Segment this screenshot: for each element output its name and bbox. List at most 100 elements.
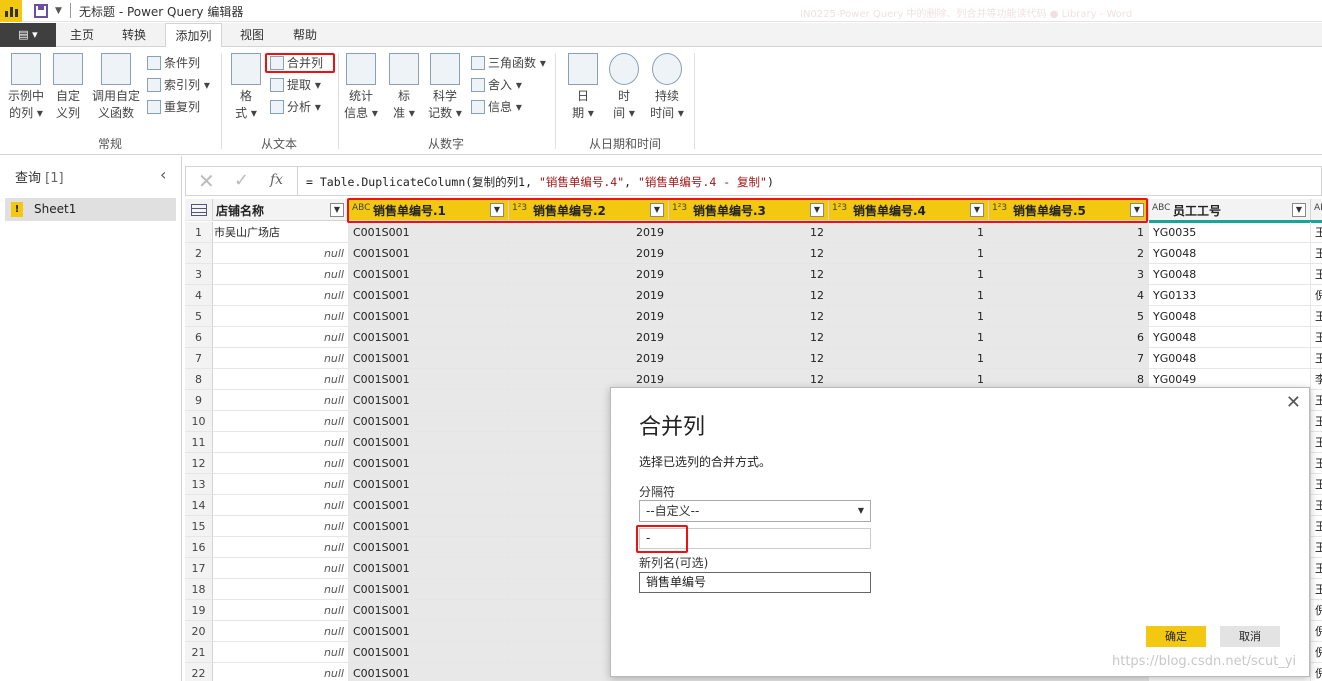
table-cell[interactable]: 王 xyxy=(1311,537,1322,558)
table-cell[interactable]: 12 xyxy=(669,327,829,348)
row-number[interactable]: 20 xyxy=(185,621,213,642)
table-cell[interactable]: null xyxy=(213,285,349,306)
date-button[interactable]: 日 期 ▾ xyxy=(566,53,600,122)
table-cell[interactable]: C001S001 xyxy=(349,642,509,663)
quick-access-dropdown-icon[interactable]: ▼ xyxy=(55,6,62,16)
conditional-column-button[interactable]: 条件列 xyxy=(147,53,200,73)
table-cell[interactable]: C001S001 xyxy=(349,558,509,579)
table-cell[interactable]: 1 xyxy=(829,222,989,243)
table-cell[interactable]: 2019 xyxy=(509,222,669,243)
row-number[interactable]: 1 xyxy=(185,222,213,243)
table-cell[interactable]: 2019 xyxy=(509,285,669,306)
table-cell[interactable]: 2019 xyxy=(509,264,669,285)
table-cell[interactable]: 7 xyxy=(989,348,1149,369)
cancel-button[interactable]: 取消 xyxy=(1220,626,1280,647)
table-cell[interactable]: 1 xyxy=(829,243,989,264)
table-cell[interactable]: YG0048 xyxy=(1149,348,1311,369)
table-cell[interactable]: null xyxy=(213,453,349,474)
table-cell[interactable]: null xyxy=(213,495,349,516)
table-cell[interactable]: 12 xyxy=(669,243,829,264)
table-cell[interactable]: null xyxy=(213,474,349,495)
tab-view[interactable]: 视图 xyxy=(230,23,274,47)
table-cell[interactable]: null xyxy=(213,264,349,285)
column-from-examples-button[interactable]: 示例中 的列 ▾ xyxy=(6,53,46,122)
table-cell[interactable]: 王 xyxy=(1311,327,1322,348)
table-cell[interactable]: YG0048 xyxy=(1149,243,1311,264)
row-number[interactable]: 5 xyxy=(185,306,213,327)
table-cell[interactable]: C001S001 xyxy=(349,264,509,285)
table-cell[interactable]: 12 xyxy=(669,264,829,285)
table-cell[interactable]: 王 xyxy=(1311,453,1322,474)
table-cell[interactable]: null xyxy=(213,390,349,411)
ok-button[interactable]: 确定 xyxy=(1146,626,1206,647)
table-cell[interactable]: C001S001 xyxy=(349,306,509,327)
table-cell[interactable]: 王 xyxy=(1311,348,1322,369)
table-cell[interactable]: 1 xyxy=(829,348,989,369)
row-number[interactable]: 15 xyxy=(185,516,213,537)
table-cell[interactable]: 王 xyxy=(1311,516,1322,537)
parse-button[interactable]: 分析 ▾ xyxy=(270,97,321,117)
information-button[interactable]: 信息 ▾ xyxy=(471,97,522,117)
table-cell[interactable]: null xyxy=(213,537,349,558)
row-number[interactable]: 12 xyxy=(185,453,213,474)
fx-icon[interactable]: fx xyxy=(270,172,283,188)
table-cell[interactable]: 倪 xyxy=(1311,600,1322,621)
table-cell[interactable]: C001S001 xyxy=(349,516,509,537)
column-header[interactable]: ABC xyxy=(1311,199,1322,221)
table-cell[interactable]: 1 xyxy=(829,264,989,285)
index-column-button[interactable]: 索引列 ▾ xyxy=(147,75,210,95)
standard-button[interactable]: 标 准 ▾ xyxy=(387,53,421,122)
table-cell[interactable]: C001S001 xyxy=(349,243,509,264)
table-cell[interactable]: C001S001 xyxy=(349,495,509,516)
table-cell[interactable]: C001S001 xyxy=(349,453,509,474)
table-cell[interactable]: 3 xyxy=(989,264,1149,285)
table-cell[interactable]: 王 xyxy=(1311,390,1322,411)
table-cell[interactable]: 王 xyxy=(1311,306,1322,327)
row-number[interactable]: 14 xyxy=(185,495,213,516)
row-number[interactable]: 4 xyxy=(185,285,213,306)
table-cell[interactable]: null xyxy=(213,306,349,327)
file-menu-button[interactable]: ▤ ▾ xyxy=(0,23,56,47)
row-number[interactable]: 10 xyxy=(185,411,213,432)
table-cell[interactable]: null xyxy=(213,600,349,621)
new-column-name-input[interactable]: 销售单编号 xyxy=(639,572,871,593)
custom-column-button[interactable]: 自定 义列 xyxy=(52,53,84,122)
query-item-sheet1[interactable]: ! Sheet1 xyxy=(5,198,176,221)
tab-help[interactable]: 帮助 xyxy=(283,23,327,47)
table-cell[interactable]: 1 xyxy=(829,285,989,306)
duplicate-column-button[interactable]: 重复列 xyxy=(147,97,200,117)
table-cell[interactable]: 4 xyxy=(989,285,1149,306)
trigonometry-button[interactable]: 三角函数 ▾ xyxy=(471,53,546,73)
row-number[interactable]: 11 xyxy=(185,432,213,453)
table-cell[interactable]: 2019 xyxy=(509,348,669,369)
table-cell[interactable]: null xyxy=(213,579,349,600)
table-cell[interactable]: 倪 xyxy=(1311,285,1322,306)
table-cell[interactable]: 12 xyxy=(669,222,829,243)
column-header[interactable]: 店铺名称 ▼ xyxy=(213,199,349,221)
statistics-button[interactable]: 统计 信息 ▾ xyxy=(343,53,379,122)
table-cell[interactable]: C001S001 xyxy=(349,411,509,432)
table-cell[interactable]: null xyxy=(213,411,349,432)
table-cell[interactable]: 12 xyxy=(669,348,829,369)
tab-transform[interactable]: 转换 xyxy=(112,23,156,47)
row-number[interactable]: 2 xyxy=(185,243,213,264)
table-cell[interactable]: C001S001 xyxy=(349,285,509,306)
cancel-formula-icon[interactable]: ✕ xyxy=(198,169,215,193)
table-cell[interactable]: 倪 xyxy=(1311,642,1322,663)
table-cell[interactable]: null xyxy=(213,243,349,264)
row-number[interactable]: 21 xyxy=(185,642,213,663)
table-cell[interactable]: null xyxy=(213,642,349,663)
table-cell[interactable]: C001S001 xyxy=(349,369,509,390)
table-cell[interactable]: 6 xyxy=(989,327,1149,348)
scientific-button[interactable]: 科学 记数 ▾ xyxy=(426,53,464,122)
table-cell[interactable]: 王 xyxy=(1311,222,1322,243)
table-cell[interactable]: 2019 xyxy=(509,327,669,348)
table-cell[interactable]: 王 xyxy=(1311,579,1322,600)
table-cell[interactable]: YG0048 xyxy=(1149,327,1311,348)
format-button[interactable]: 格 式 ▾ xyxy=(228,53,264,122)
select-all-corner[interactable] xyxy=(185,199,213,221)
text-type-icon[interactable]: ABC xyxy=(1314,203,1322,213)
row-number[interactable]: 6 xyxy=(185,327,213,348)
table-cell[interactable]: YG0035 xyxy=(1149,222,1311,243)
table-cell[interactable]: C001S001 xyxy=(349,600,509,621)
